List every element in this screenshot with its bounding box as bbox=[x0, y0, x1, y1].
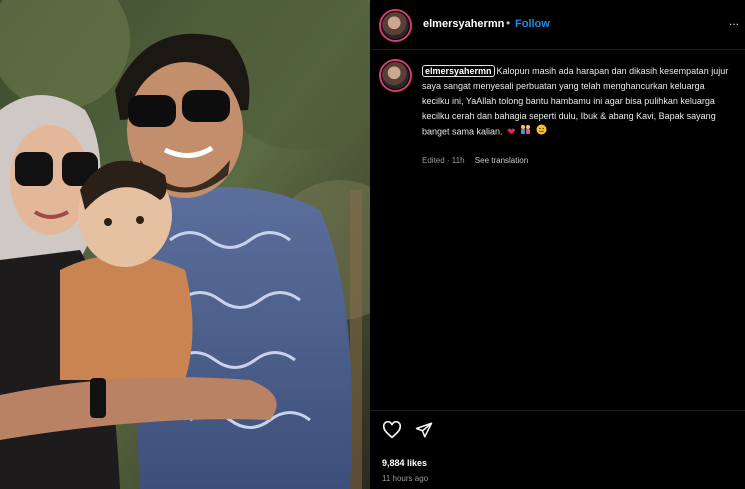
smiling-face-icon bbox=[536, 124, 547, 140]
follow-button[interactable]: Follow bbox=[515, 18, 550, 30]
paper-plane-icon[interactable] bbox=[415, 421, 433, 439]
family-photo-illustration bbox=[0, 0, 370, 489]
post-actions bbox=[382, 421, 442, 444]
heart-outline-icon[interactable] bbox=[382, 421, 402, 439]
post-timestamp: 11 hours ago bbox=[382, 474, 429, 483]
author-avatar[interactable] bbox=[379, 9, 412, 42]
post-side-panel: elmersyahermn • Follow ... elmersyahermn… bbox=[370, 0, 745, 489]
author-username[interactable]: elmersyahermn bbox=[423, 18, 504, 30]
actions-divider bbox=[370, 410, 745, 411]
header-divider bbox=[370, 49, 745, 50]
caption-author-avatar[interactable] bbox=[379, 59, 412, 92]
more-options-icon[interactable]: ... bbox=[729, 14, 739, 28]
post-photo[interactable] bbox=[0, 0, 370, 489]
see-translation-link[interactable]: See translation bbox=[475, 156, 528, 165]
caption-meta: Edited · 11h See translation bbox=[422, 156, 536, 165]
like-count[interactable]: 9,884 likes bbox=[382, 458, 427, 468]
separator-dot: • bbox=[506, 16, 511, 30]
red-heart-icon: ❤ bbox=[507, 126, 516, 138]
family-icon bbox=[520, 124, 531, 140]
post-caption: elmersyahermn Kalopun masih ada harapan d… bbox=[422, 64, 734, 140]
edited-time: Edited · 11h bbox=[422, 156, 465, 165]
caption-username[interactable]: elmersyahermn bbox=[422, 65, 495, 77]
